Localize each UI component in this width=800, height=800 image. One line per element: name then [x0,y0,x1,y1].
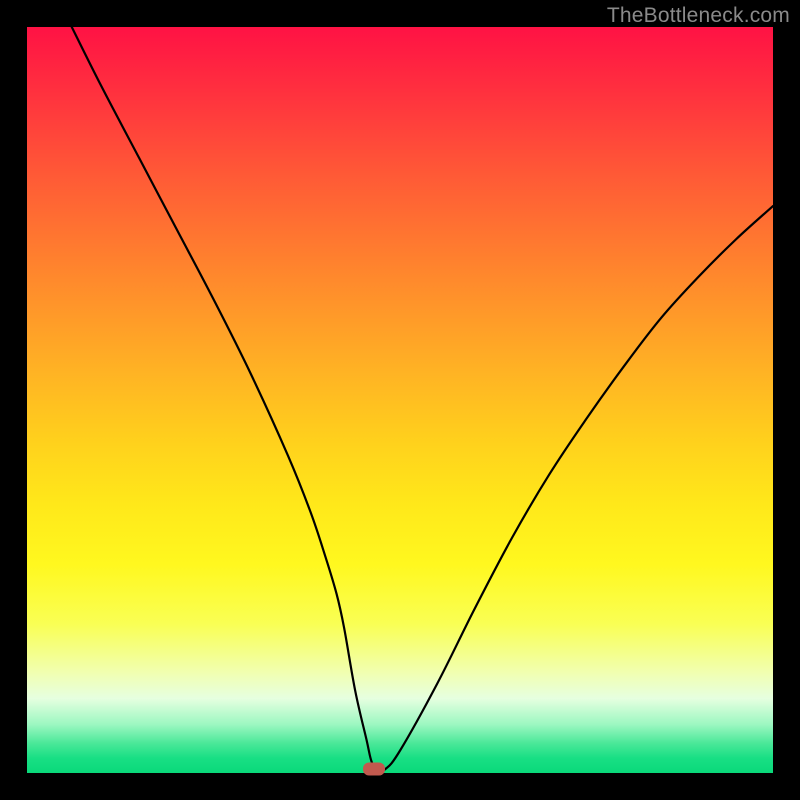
watermark-text: TheBottleneck.com [607,4,790,28]
plot-area [27,27,773,773]
bottleneck-curve [72,27,773,771]
chart-frame: TheBottleneck.com [0,0,800,800]
optimum-marker [363,763,385,776]
curve-svg [27,27,773,773]
